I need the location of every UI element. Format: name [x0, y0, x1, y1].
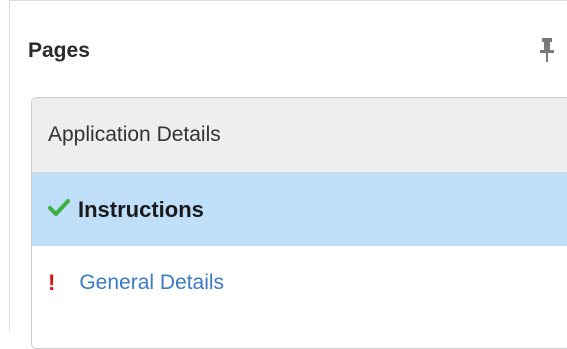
- error-icon: !: [48, 269, 56, 295]
- pages-panel: Pages Application Details Instructions !: [9, 0, 567, 349]
- page-item-label: Instructions: [78, 196, 204, 222]
- page-item-general-details[interactable]: ! General Details: [32, 246, 567, 319]
- check-icon: [48, 198, 70, 222]
- page-item-instructions[interactable]: Instructions: [32, 173, 567, 246]
- group-header-label: Application Details: [48, 123, 221, 146]
- page-item-label[interactable]: General Details: [79, 271, 224, 295]
- page-list: Application Details Instructions ! Gener…: [31, 97, 567, 349]
- panel-header: Pages: [28, 35, 556, 69]
- pin-icon[interactable]: [538, 37, 556, 63]
- group-header-application-details[interactable]: Application Details: [32, 98, 567, 173]
- panel-title: Pages: [28, 39, 90, 62]
